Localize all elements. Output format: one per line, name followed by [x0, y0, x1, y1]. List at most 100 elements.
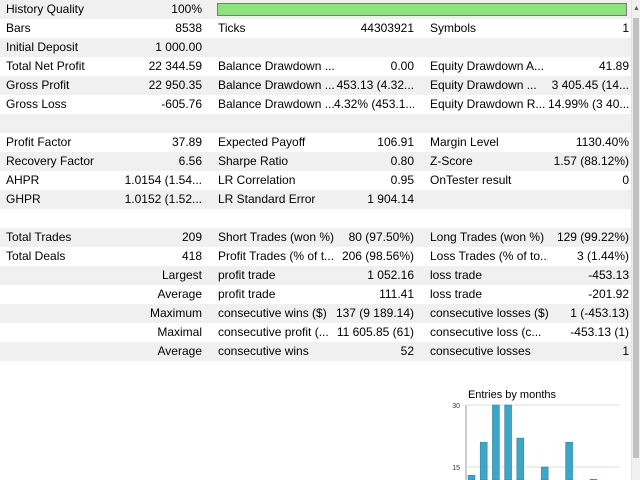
- entries-by-months-chart: Entries by months 30 15: [430, 380, 630, 480]
- table-row: Average profit trade 111.41 loss trade -…: [0, 285, 631, 304]
- ontester-result-label: OnTester result: [430, 173, 512, 187]
- total-net-profit-value: 22 344.59: [148, 59, 202, 73]
- max-consecutive-losses-value: 1 (-453.13): [570, 306, 629, 320]
- sharpe-ratio-value: 0.80: [390, 154, 414, 168]
- chart-bar-1: [467, 475, 476, 480]
- table-row: Largest profit trade 1 052.16 loss trade…: [0, 266, 631, 285]
- table-row: Profit Factor 37.89 Expected Payoff 106.…: [0, 133, 631, 152]
- average-label: Average: [157, 287, 202, 301]
- maximal-consecutive-loss-value: -453.13 (1): [570, 325, 629, 339]
- table-row: Total Net Profit 22 344.59 Balance Drawd…: [0, 57, 631, 76]
- largest-label: Largest: [161, 268, 202, 282]
- table-row: Total Trades 209 Short Trades (won %) 80…: [0, 228, 631, 247]
- sharpe-ratio-label: Sharpe Ratio: [218, 154, 289, 168]
- ontester-result-value: 0: [622, 173, 629, 187]
- history-quality-bar-fill: [218, 4, 626, 15]
- bars-value: 8538: [175, 21, 202, 35]
- short-trades-value: 80 (97.50%): [348, 230, 414, 244]
- equity-drawdown-absolute-value: 41.89: [598, 59, 629, 73]
- max-consecutive-wins-label: consecutive wins ($): [218, 306, 327, 320]
- maximal-consecutive-loss-label: consecutive loss (c...: [430, 325, 542, 339]
- chart-bar-9: [565, 441, 573, 480]
- ghpr-value: 1.0152 (1.52...: [124, 192, 202, 206]
- average-consecutive-losses-label: consecutive losses: [430, 344, 531, 358]
- maximal-consecutive-profit-value: 11 605.85 (61): [336, 325, 414, 339]
- balance-drawdown-relative-value: 4.32% (453.1...: [334, 97, 414, 111]
- largest-profit-trade-value: 1 052.16: [367, 268, 414, 282]
- average-consecutive-wins-value: 52: [400, 344, 414, 358]
- vertical-scrollbar[interactable]: ▲: [631, 0, 640, 480]
- average-consecutive-label: Average: [157, 344, 202, 358]
- maximal-label: Maximal: [157, 325, 202, 339]
- lr-standard-error-label: LR Standard Error: [218, 192, 316, 206]
- profit-trades-value: 206 (98.56%): [341, 249, 414, 263]
- long-trades-label: Long Trades (won %): [430, 230, 545, 244]
- balance-drawdown-absolute-value: 0.00: [390, 59, 414, 73]
- average-profit-trade-value: 111.41: [379, 287, 414, 301]
- total-trades-value: 209: [181, 230, 202, 244]
- initial-deposit-value: 1 000.00: [155, 40, 202, 54]
- equity-drawdown-relative-label: Equity Drawdown R...: [430, 97, 546, 111]
- chart-y-tick-label: 15: [452, 465, 460, 472]
- largest-profit-trade-label: profit trade: [218, 268, 276, 282]
- symbols-value: 1: [622, 21, 629, 35]
- entries-by-months-svg: Entries by months 30 15: [452, 389, 620, 480]
- history-quality-bar: [217, 3, 627, 16]
- expected-payoff-value: 106.91: [377, 135, 414, 149]
- margin-level-value: 1130.40%: [575, 135, 629, 149]
- scroll-up-icon[interactable]: ▲: [632, 0, 640, 17]
- equity-drawdown-maximal-label: Equity Drawdown ...: [430, 78, 537, 92]
- chart-title: Entries by months: [468, 389, 557, 401]
- spacer-row: [0, 209, 631, 228]
- table-row: Recovery Factor 6.56 Sharpe Ratio 0.80 Z…: [0, 152, 631, 171]
- balance-drawdown-absolute-label: Balance Drawdown ...: [218, 59, 334, 73]
- expected-payoff-label: Expected Payoff: [218, 135, 306, 149]
- maximal-consecutive-profit-label: consecutive profit (...: [218, 325, 329, 339]
- profit-factor-value: 37.89: [171, 135, 202, 149]
- gross-loss-value: -605.76: [161, 97, 202, 111]
- lr-correlation-value: 0.95: [390, 173, 414, 187]
- lr-correlation-label: LR Correlation: [218, 173, 296, 187]
- table-row: Total Deals 418 Profit Trades (% of t...…: [0, 247, 631, 266]
- recovery-factor-value: 6.56: [178, 154, 202, 168]
- margin-level-label: Margin Level: [430, 135, 499, 149]
- loss-trades-label: Loss Trades (% of to...: [430, 249, 548, 263]
- table-row: GHPR 1.0152 (1.52... LR Standard Error 1…: [0, 190, 631, 209]
- maximum-label: Maximum: [149, 306, 202, 320]
- max-consecutive-losses-label: consecutive losses ($): [430, 306, 548, 320]
- history-quality-value: 100%: [171, 2, 202, 16]
- symbols-label: Symbols: [430, 21, 477, 35]
- profit-trades-label: Profit Trades (% of t...: [218, 249, 334, 263]
- chart-bar-2: [479, 441, 488, 480]
- long-trades-value: 129 (99.22%): [556, 230, 629, 244]
- table-row: Bars 8538 Ticks 44303921 Symbols 1: [0, 19, 631, 38]
- max-consecutive-wins-value: 137 (9 189.14): [335, 306, 414, 320]
- balance-drawdown-relative-label: Balance Drawdown ...: [218, 97, 334, 111]
- chart-bar-7: [540, 466, 549, 480]
- table-row: Maximum consecutive wins ($) 137 (9 189.…: [0, 304, 631, 323]
- table-row: AHPR 1.0154 (1.54... LR Correlation 0.95…: [0, 171, 631, 190]
- table-row: Gross Profit 22 950.35 Balance Drawdown …: [0, 76, 631, 95]
- spacer-row: [0, 114, 631, 133]
- table-row: Initial Deposit 1 000.00: [0, 38, 631, 57]
- average-consecutive-losses-value: 1: [622, 344, 629, 358]
- chart-bar-3: [492, 404, 500, 480]
- average-loss-trade-label: loss trade: [430, 287, 483, 301]
- chart-bar-4: [504, 404, 512, 480]
- chart-gridlines: [466, 404, 620, 468]
- table-row: Average consecutive wins 52 consecutive …: [0, 342, 631, 361]
- lr-standard-error-value: 1 904.14: [367, 192, 414, 206]
- gross-profit-value: 22 950.35: [148, 78, 202, 92]
- strategy-report-table: History Quality 100% Bars 8538 Ticks 443…: [0, 0, 631, 361]
- total-deals-value: 418: [181, 249, 202, 263]
- table-row: Gross Loss -605.76 Balance Drawdown ... …: [0, 95, 631, 114]
- largest-loss-trade-label: loss trade: [430, 268, 483, 282]
- chart-y-tick-label: 30: [452, 403, 460, 410]
- average-consecutive-wins-label: consecutive wins: [218, 344, 309, 358]
- scrollbar-thumb[interactable]: [633, 18, 639, 458]
- loss-trades-value: 3 (1.44%): [576, 249, 629, 263]
- balance-drawdown-maximal-value: 453.13 (4.32...: [336, 78, 414, 92]
- balance-drawdown-maximal-label: Balance Drawdown ...: [218, 78, 334, 92]
- chart-bars: [467, 404, 598, 480]
- equity-drawdown-maximal-value: 3 405.45 (14...: [551, 78, 629, 92]
